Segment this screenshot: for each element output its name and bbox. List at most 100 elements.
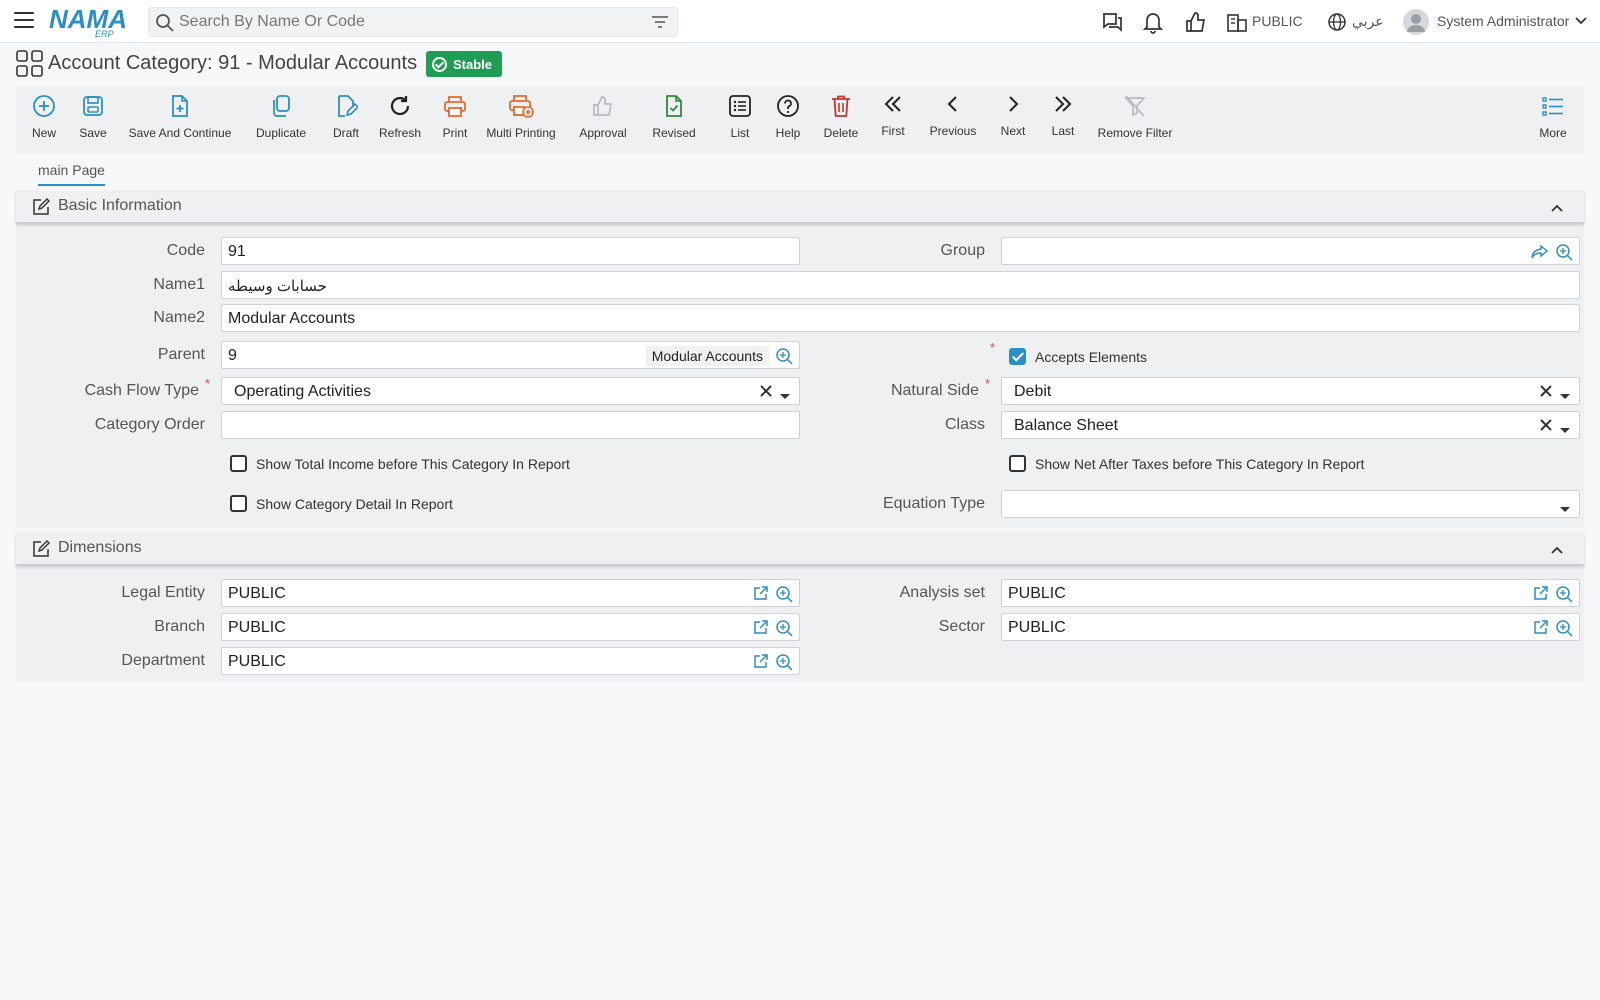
chevron-down-icon[interactable] xyxy=(1574,14,1588,30)
basic-information-section: Basic Information Code 91 Group Name1 حس… xyxy=(16,190,1584,528)
accepts-elements-checkbox[interactable] xyxy=(1009,348,1026,365)
dimensions-section: Dimensions Legal Entity PUBLIC Analysis … xyxy=(16,532,1584,682)
help-button[interactable]: Help xyxy=(772,92,804,150)
previous-button[interactable]: Previous xyxy=(928,90,978,148)
dimensions-header[interactable]: Dimensions xyxy=(16,532,1584,565)
save-button[interactable]: Save xyxy=(74,92,112,150)
new-button[interactable]: New xyxy=(26,92,62,150)
revised-button[interactable]: Revised xyxy=(650,92,698,150)
user-name[interactable]: System Administrator xyxy=(1437,13,1569,29)
lookup-search-icon[interactable] xyxy=(775,347,793,368)
basic-information-header[interactable]: Basic Information xyxy=(16,190,1584,223)
globe-icon[interactable] xyxy=(1326,10,1348,37)
multi-printing-button[interactable]: Multi Printing xyxy=(486,92,556,150)
dropdown-arrow-icon[interactable] xyxy=(779,388,791,404)
more-label: More xyxy=(1539,126,1567,140)
more-button[interactable]: More xyxy=(1536,92,1570,150)
last-button[interactable]: Last xyxy=(1048,90,1078,148)
name1-field[interactable]: حسابات وسيطه xyxy=(221,271,1580,299)
search-icon[interactable] xyxy=(155,13,175,36)
open-external-icon[interactable] xyxy=(1533,619,1549,638)
list-button[interactable]: List xyxy=(726,92,754,150)
lookup-search-icon[interactable] xyxy=(775,653,793,674)
avatar[interactable] xyxy=(1402,8,1430,39)
legal-entity-field[interactable]: PUBLIC xyxy=(221,579,800,607)
tab-main-page[interactable]: main Page xyxy=(38,162,105,186)
show-total-income-label: Show Total Income before This Category I… xyxy=(256,456,570,472)
clear-icon[interactable] xyxy=(1539,384,1553,401)
apps-grid-icon[interactable] xyxy=(16,50,44,81)
lookup-search-icon[interactable] xyxy=(1555,585,1573,606)
print-button[interactable]: Print xyxy=(438,92,472,150)
tab-bar: main Page xyxy=(16,156,1584,186)
cash-flow-type-select[interactable]: Operating Activities xyxy=(221,377,800,405)
dropdown-arrow-icon[interactable] xyxy=(1559,422,1571,438)
department-field[interactable]: PUBLIC xyxy=(221,647,800,675)
status-badge: Stable xyxy=(426,51,503,77)
show-net-after-taxes-checkbox[interactable] xyxy=(1009,455,1026,472)
search-input[interactable] xyxy=(179,11,639,33)
next-button[interactable]: Next xyxy=(998,90,1028,148)
clear-icon[interactable] xyxy=(1539,418,1553,435)
name2-field[interactable]: Modular Accounts xyxy=(221,304,1580,332)
printer-icon xyxy=(442,92,468,120)
chat-icon[interactable] xyxy=(1100,10,1124,37)
code-field[interactable]: 91 xyxy=(221,237,800,265)
save-and-continue-button[interactable]: Save And Continue xyxy=(128,92,232,150)
first-label: First xyxy=(881,124,905,138)
remove-filter-button[interactable]: Remove Filter xyxy=(1094,92,1176,150)
thumbs-up-icon[interactable] xyxy=(1184,10,1208,37)
open-external-icon[interactable] xyxy=(753,619,769,638)
open-external-icon[interactable] xyxy=(1533,585,1549,604)
list-label: List xyxy=(730,126,750,140)
clear-icon[interactable] xyxy=(759,384,773,401)
help-label: Help xyxy=(775,126,801,140)
natural-side-select[interactable]: Debit xyxy=(1001,377,1580,405)
draft-button[interactable]: Draft xyxy=(328,92,364,150)
group-field[interactable] xyxy=(1001,237,1580,265)
show-category-detail-checkbox[interactable] xyxy=(230,495,247,512)
trash-icon xyxy=(829,92,853,120)
lookup-search-icon[interactable] xyxy=(775,619,793,640)
name1-value: حسابات وسيطه xyxy=(228,278,327,295)
chevron-right-icon xyxy=(1005,90,1021,118)
open-external-icon[interactable] xyxy=(753,585,769,604)
analysis-set-field[interactable]: PUBLIC xyxy=(1001,579,1580,607)
approval-button[interactable]: Approval xyxy=(578,92,628,150)
show-total-income-checkbox[interactable] xyxy=(230,455,247,472)
parent-value: 9 xyxy=(228,347,237,364)
menu-icon[interactable] xyxy=(14,12,34,30)
first-button[interactable]: First xyxy=(878,90,908,148)
open-external-icon[interactable] xyxy=(753,653,769,672)
refresh-button[interactable]: Refresh xyxy=(376,92,424,150)
last-label: Last xyxy=(1051,124,1075,138)
lookup-search-icon[interactable] xyxy=(1555,243,1573,264)
section-title: Dimensions xyxy=(58,539,142,556)
building-icon[interactable] xyxy=(1226,10,1248,37)
duplicate-button[interactable]: Duplicate xyxy=(252,92,310,150)
nama-erp-logo[interactable]: NAMA ERP xyxy=(49,4,133,39)
dropdown-arrow-icon[interactable] xyxy=(1559,501,1571,517)
language-switch[interactable]: عربي xyxy=(1352,13,1384,30)
analysis-set-value: PUBLIC xyxy=(1008,585,1066,602)
share-icon[interactable] xyxy=(1531,244,1549,263)
filter-off-icon xyxy=(1123,92,1147,120)
entity-label[interactable]: PUBLIC xyxy=(1252,13,1303,29)
save-button-label: Save xyxy=(79,126,107,140)
filter-icon[interactable] xyxy=(651,15,669,32)
edit-icon xyxy=(32,198,50,219)
class-select[interactable]: Balance Sheet xyxy=(1001,411,1580,439)
category-order-field[interactable] xyxy=(221,411,800,439)
bell-icon[interactable] xyxy=(1142,10,1164,37)
chevron-up-icon[interactable] xyxy=(1550,542,1564,558)
lookup-search-icon[interactable] xyxy=(775,585,793,606)
branch-field[interactable]: PUBLIC xyxy=(221,613,800,641)
lookup-search-icon[interactable] xyxy=(1555,619,1573,640)
sector-field[interactable]: PUBLIC xyxy=(1001,613,1580,641)
parent-field[interactable]: 9 Modular Accounts xyxy=(221,341,800,369)
equation-type-select[interactable] xyxy=(1001,490,1580,518)
chevron-up-icon[interactable] xyxy=(1550,200,1564,216)
delete-button[interactable]: Delete xyxy=(820,92,862,150)
group-label: Group xyxy=(940,242,985,259)
dropdown-arrow-icon[interactable] xyxy=(1559,388,1571,404)
